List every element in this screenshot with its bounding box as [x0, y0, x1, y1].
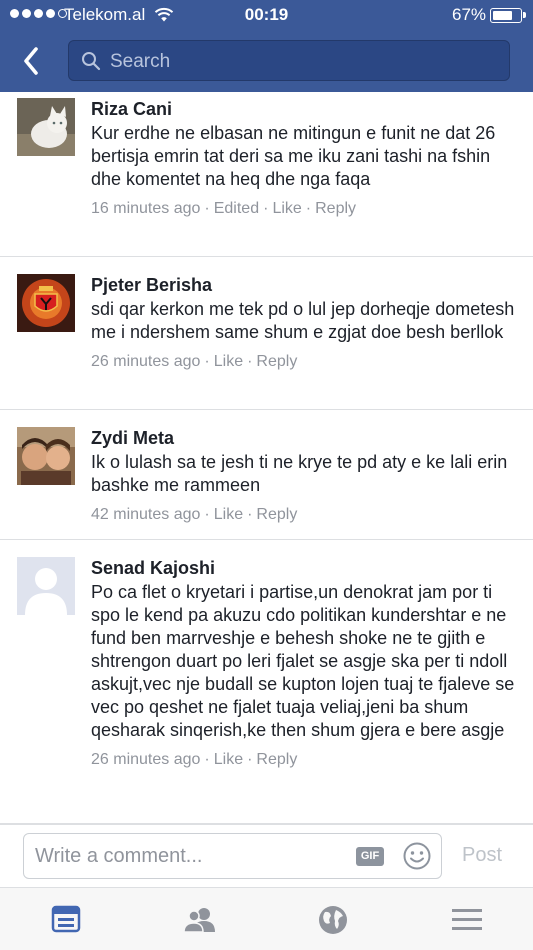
comment-list: Riza Cani Kur erdhe ne elbasan ne miting…: [0, 92, 533, 824]
search-placeholder: Search: [110, 51, 171, 72]
avatar[interactable]: [17, 557, 75, 615]
edited-label[interactable]: Edited: [214, 200, 259, 217]
default-profile-icon: [17, 557, 75, 615]
avatar[interactable]: [17, 98, 75, 156]
like-link[interactable]: Like: [214, 751, 243, 768]
commenter-name[interactable]: Senad Kajoshi: [91, 557, 515, 579]
commenter-name[interactable]: Pjeter Berisha: [91, 274, 515, 296]
gif-button[interactable]: GIF: [356, 847, 384, 866]
news-feed-icon[interactable]: [49, 904, 83, 936]
comment-meta: 26 minutes ago · Like · Reply: [91, 353, 298, 370]
comment-item: Senad Kajoshi Po ca flet o kryetari i pa…: [0, 540, 533, 824]
comment-item: Pjeter Berisha sdi qar kerkon me tek pd …: [0, 257, 533, 410]
comment-text: Ik o lulash sa te jesh ti ne krye te pd …: [91, 452, 508, 495]
friends-icon[interactable]: [183, 904, 217, 936]
search-icon: [81, 51, 101, 76]
comment-meta: 16 minutes ago · Edited · Like · Reply: [91, 200, 357, 217]
comment-timestamp: 26 minutes ago: [91, 353, 201, 370]
comment-placeholder: Write a comment...: [35, 845, 203, 867]
comment-meta: 26 minutes ago · Like · Reply: [91, 751, 298, 768]
battery-icon: [490, 8, 526, 23]
like-link[interactable]: Like: [214, 353, 243, 370]
comment-item: Zydi Meta Ik o lulash sa te jesh ti ne k…: [0, 410, 533, 540]
commenter-name[interactable]: Zydi Meta: [91, 427, 515, 449]
battery-percent: 67%: [452, 5, 487, 24]
like-link[interactable]: Like: [214, 506, 243, 523]
comment-timestamp: 42 minutes ago: [91, 506, 201, 523]
comment-input[interactable]: Write a comment... GIF: [23, 833, 442, 879]
reply-link[interactable]: Reply: [256, 353, 297, 370]
comment-timestamp: 26 minutes ago: [91, 751, 201, 768]
back-button[interactable]: [14, 44, 48, 78]
comment-meta: 42 minutes ago · Like · Reply: [91, 506, 298, 523]
status-bar: Telekom.al 00:19 67%: [0, 0, 533, 30]
comment-composer: Write a comment... GIF Post: [0, 824, 533, 887]
tab-bar: [0, 887, 533, 950]
reply-link[interactable]: Reply: [315, 200, 356, 217]
menu-icon[interactable]: [450, 904, 484, 936]
avatar[interactable]: [17, 274, 75, 332]
comment-text: sdi qar kerkon me tek pd o lul jep dorhe…: [91, 299, 515, 342]
app-header: Telekom.al 00:19 67% Search: [0, 0, 533, 92]
avatar[interactable]: [17, 427, 75, 485]
comment-text: Kur erdhe ne elbasan ne mitingun e funit…: [91, 123, 496, 189]
reply-link[interactable]: Reply: [256, 506, 297, 523]
commenter-name[interactable]: Riza Cani: [91, 98, 515, 120]
search-input[interactable]: Search: [68, 40, 510, 81]
emoji-icon[interactable]: [402, 841, 432, 876]
comment-item: Riza Cani Kur erdhe ne elbasan ne miting…: [0, 92, 533, 257]
comment-timestamp: 16 minutes ago: [91, 200, 201, 217]
like-link[interactable]: Like: [272, 200, 301, 217]
chevron-left-icon: [24, 47, 38, 75]
globe-icon[interactable]: [316, 904, 350, 936]
comment-text: Po ca flet o kryetari i partise,un denok…: [91, 582, 515, 740]
reply-link[interactable]: Reply: [256, 751, 297, 768]
post-button[interactable]: Post: [462, 844, 502, 867]
